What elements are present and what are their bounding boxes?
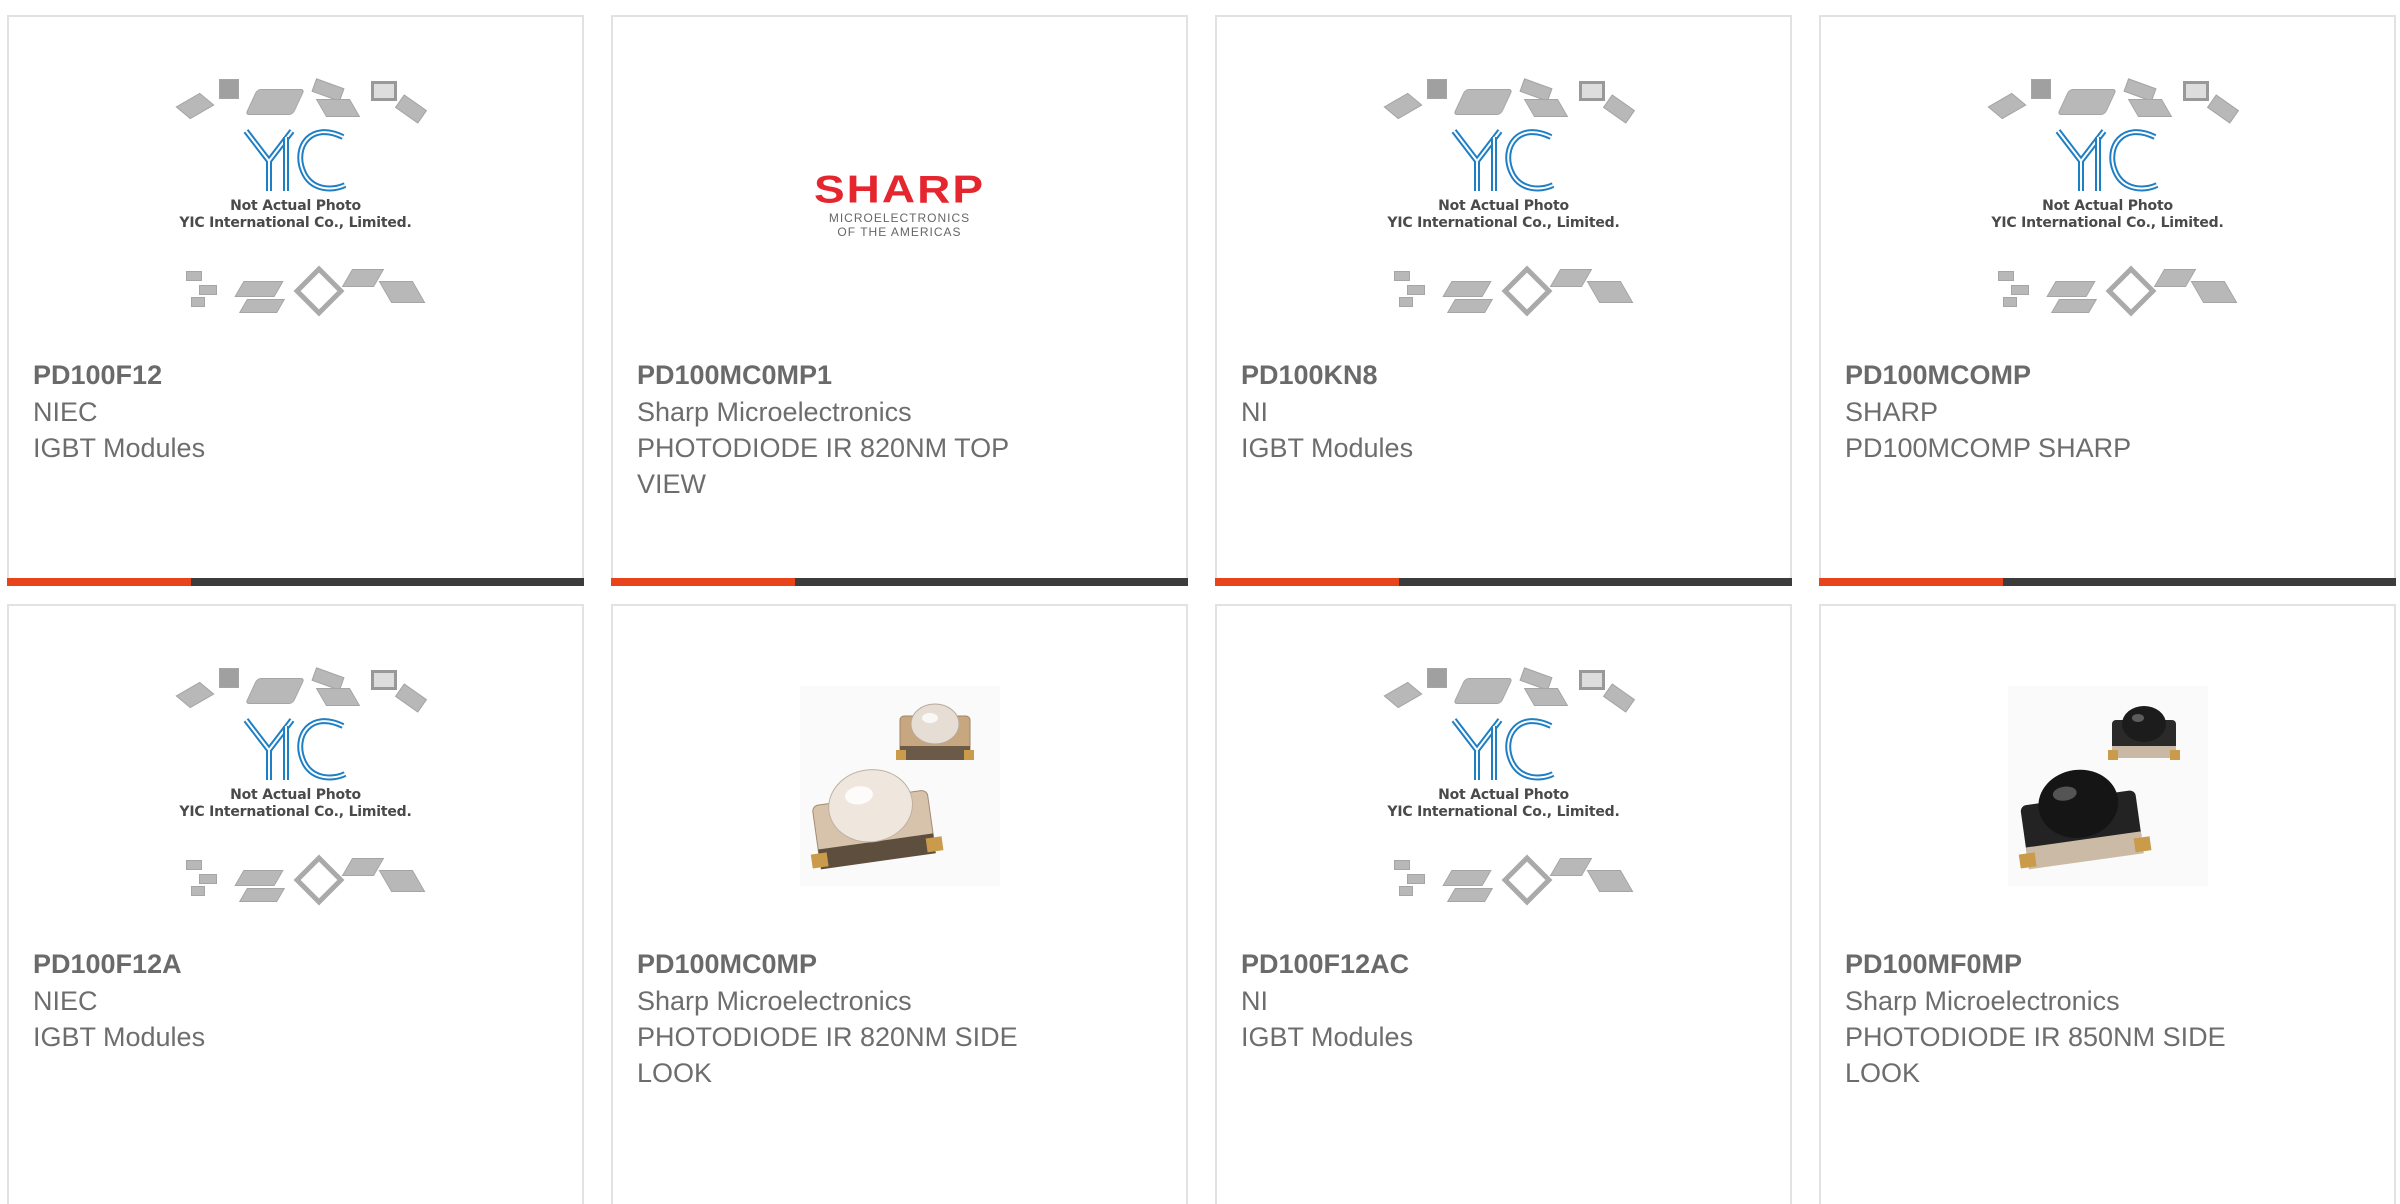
placeholder-caption: Not Actual Photo YIC International Co., … — [1387, 198, 1620, 231]
description: PHOTODIODE IR 820NM TOP VIEW — [637, 433, 1009, 499]
part-number[interactable]: PD100KN8 — [1241, 357, 1766, 393]
product-card[interactable]: Not Actual Photo YIC International Co., … — [7, 604, 584, 1204]
description: PHOTODIODE IR 820NM SIDE LOOK — [637, 1022, 1018, 1088]
manufacturer: NIEC — [33, 397, 98, 427]
description: PD100MCOMP SHARP — [1845, 433, 2132, 463]
yic-logo-icon — [1369, 716, 1639, 787]
placeholder-image: Not Actual Photo YIC International Co., … — [1369, 75, 1639, 317]
manufacturer: Sharp Microelectronics — [637, 986, 912, 1016]
part-number[interactable]: PD100MCOMP — [1845, 357, 2370, 393]
product-info: PD100MF0MP Sharp Microelectronics PHOTOD… — [1845, 946, 2370, 1091]
product-thumbnail[interactable]: Not Actual Photo YIC International Co., … — [1821, 47, 2394, 347]
manufacturer: NI — [1241, 397, 1268, 427]
product-card[interactable]: Not Actual Photo YIC International Co., … — [1819, 15, 2396, 586]
product-info: PD100MCOMP SHARP PD100MCOMP SHARP — [1845, 357, 2370, 466]
product-card[interactable]: Not Actual Photo YIC International Co., … — [1215, 604, 1792, 1204]
manufacturer: Sharp Microelectronics — [637, 397, 912, 427]
part-number[interactable]: PD100F12AC — [1241, 946, 1766, 982]
placeholder-caption: Not Actual Photo YIC International Co., … — [179, 198, 412, 231]
product-thumbnail[interactable]: Not Actual Photo YIC International Co., … — [9, 47, 582, 347]
placeholder-caption: Not Actual Photo YIC International Co., … — [1991, 198, 2224, 231]
description: PHOTODIODE IR 850NM SIDE LOOK — [1845, 1022, 2226, 1088]
product-thumbnail[interactable]: Not Actual Photo YIC International Co., … — [1217, 636, 1790, 936]
yic-logo-icon — [1369, 127, 1639, 198]
placeholder-image: Not Actual Photo YIC International Co., … — [1369, 664, 1639, 906]
card-bottom-bar — [611, 578, 1188, 586]
placeholder-image: Not Actual Photo YIC International Co., … — [161, 75, 431, 317]
product-thumbnail[interactable] — [1821, 636, 2394, 936]
product-card[interactable]: Not Actual Photo YIC International Co., … — [1215, 15, 1792, 586]
part-number[interactable]: PD100F12 — [33, 357, 558, 393]
yic-logo-icon — [161, 127, 431, 198]
description: IGBT Modules — [1241, 433, 1414, 463]
placeholder-image: Not Actual Photo YIC International Co., … — [161, 664, 431, 906]
product-info: PD100F12AC NI IGBT Modules — [1241, 946, 1766, 1055]
description: IGBT Modules — [33, 433, 206, 463]
product-thumbnail[interactable]: Not Actual Photo YIC International Co., … — [9, 636, 582, 936]
card-bottom-bar — [7, 578, 584, 586]
manufacturer: NI — [1241, 986, 1268, 1016]
manufacturer: SHARP — [1845, 397, 1939, 427]
photodiode-image — [799, 686, 1000, 886]
part-number[interactable]: PD100MC0MP — [637, 946, 1162, 982]
part-number[interactable]: PD100MC0MP1 — [637, 357, 1162, 393]
product-card[interactable]: PD100MC0MP Sharp Microelectronics PHOTOD… — [611, 604, 1188, 1204]
description: IGBT Modules — [1241, 1022, 1414, 1052]
yic-logo-icon — [1973, 127, 2243, 198]
part-number[interactable]: PD100MF0MP — [1845, 946, 2370, 982]
card-bottom-bar — [1819, 578, 2396, 586]
placeholder-image: Not Actual Photo YIC International Co., … — [1973, 75, 2243, 317]
photodiode-image — [2007, 686, 2208, 886]
product-info: PD100MC0MP1 Sharp Microelectronics PHOTO… — [637, 357, 1162, 502]
yic-logo-icon — [161, 716, 431, 787]
product-thumbnail[interactable]: SHARP MICROELECTRONICS OF THE AMERICAS — [613, 47, 1186, 347]
product-thumbnail[interactable]: Not Actual Photo YIC International Co., … — [1217, 47, 1790, 347]
product-info: PD100F12A NIEC IGBT Modules — [33, 946, 558, 1055]
part-number[interactable]: PD100F12A — [33, 946, 558, 982]
product-info: PD100F12 NIEC IGBT Modules — [33, 357, 558, 466]
product-card[interactable]: SHARP MICROELECTRONICS OF THE AMERICAS P… — [611, 15, 1188, 586]
sharp-logo-icon: SHARP MICROELECTRONICS OF THE AMERICAS — [813, 166, 986, 239]
placeholder-caption: Not Actual Photo YIC International Co., … — [179, 787, 412, 820]
product-card[interactable]: PD100MF0MP Sharp Microelectronics PHOTOD… — [1819, 604, 2396, 1204]
product-info: PD100MC0MP Sharp Microelectronics PHOTOD… — [637, 946, 1162, 1091]
card-bottom-bar — [1215, 578, 1792, 586]
description: IGBT Modules — [33, 1022, 206, 1052]
product-card[interactable]: Not Actual Photo YIC International Co., … — [7, 15, 584, 586]
manufacturer: NIEC — [33, 986, 98, 1016]
placeholder-caption: Not Actual Photo YIC International Co., … — [1387, 787, 1620, 820]
product-info: PD100KN8 NI IGBT Modules — [1241, 357, 1766, 466]
manufacturer: Sharp Microelectronics — [1845, 986, 2120, 1016]
product-thumbnail[interactable] — [613, 636, 1186, 936]
